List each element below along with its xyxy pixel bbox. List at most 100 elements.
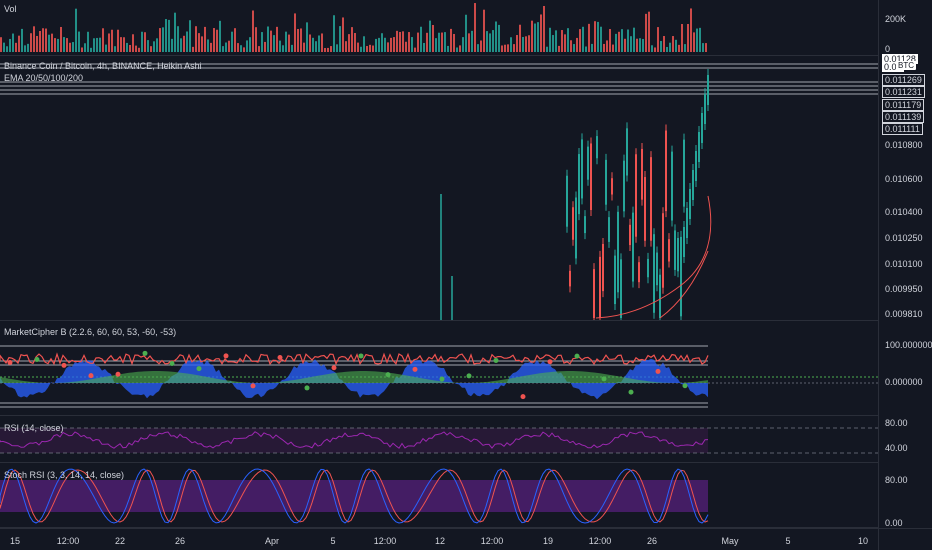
volume-bar <box>369 44 371 52</box>
volume-bar <box>615 33 617 52</box>
price-candle <box>629 224 631 246</box>
volume-bar <box>420 26 422 52</box>
volume-bar <box>348 34 350 52</box>
volume-bar <box>666 46 668 52</box>
volume-bar <box>327 47 329 52</box>
price-pane[interactable]: Binance Coin / Bitcoin, 4h, BINANCE, Hei… <box>0 56 878 321</box>
volume-axis[interactable]: 200K 0 <box>878 0 932 56</box>
mc-signal-dot <box>196 366 202 372</box>
price-axis[interactable]: 0.01128 0.01 0.011269 0.011231 0.011179 … <box>878 54 932 321</box>
volume-bar <box>555 30 557 52</box>
volume-bar <box>582 26 584 52</box>
volume-bar <box>450 28 452 52</box>
volume-bar <box>114 46 116 52</box>
volume-bar <box>648 11 650 53</box>
volume-bar <box>597 21 599 52</box>
rsi-pane[interactable]: RSI (14, close) <box>0 416 878 463</box>
volume-bar <box>81 47 83 52</box>
volume-bar <box>393 37 395 52</box>
volume-bar <box>384 37 386 52</box>
volume-bar <box>234 28 236 52</box>
volume-bar <box>594 21 596 52</box>
volume-bar <box>210 42 212 52</box>
stoch-rsi-axis[interactable]: 80.00 0.00 <box>878 463 932 528</box>
volume-bar <box>96 37 98 52</box>
volume-bar <box>528 35 530 52</box>
price-candle <box>581 139 583 199</box>
time-axis-label: 5 <box>330 536 336 546</box>
time-axis-label: 22 <box>114 536 126 546</box>
price-axis-label: 0.009950 <box>885 284 923 294</box>
volume-bar <box>102 28 104 52</box>
volume-bars <box>0 3 707 53</box>
volume-bar <box>159 28 161 52</box>
rsi-axis[interactable]: 80.00 40.00 <box>878 416 932 463</box>
price-candle <box>593 269 595 318</box>
mc-signal-dot <box>169 360 175 366</box>
volume-bar <box>261 32 263 52</box>
mc-signal-dot <box>250 383 256 389</box>
volume-bar <box>684 44 686 52</box>
volume-bar <box>153 41 155 52</box>
price-candle <box>704 94 706 124</box>
volume-bar <box>588 23 590 52</box>
price-candle <box>659 274 661 318</box>
volume-bar <box>228 40 230 52</box>
mc-signal-dot <box>655 368 661 374</box>
volume-bar <box>183 35 185 52</box>
time-axis-label: Apr <box>264 536 280 546</box>
price-candle <box>569 270 571 287</box>
time-axis[interactable]: 15 12:00 22 26 Apr 5 12:00 12 12:00 19 1… <box>0 528 878 550</box>
volume-bar <box>198 33 200 52</box>
price-axis-label: 0.011231 <box>882 86 925 98</box>
volume-bar <box>147 40 149 52</box>
volume-bar <box>540 14 542 53</box>
volume-bar <box>108 33 110 52</box>
volume-bar <box>156 38 158 52</box>
volume-bar <box>672 36 674 52</box>
price-candle <box>575 197 577 259</box>
volume-bar <box>618 31 620 52</box>
volume-bar <box>225 42 227 52</box>
market-cipher-axis[interactable]: 100.000000 0.000000 <box>878 321 932 416</box>
axis-corner <box>878 528 932 550</box>
volume-bar <box>36 35 38 52</box>
price-candle <box>611 178 613 195</box>
volume-bar <box>72 42 74 52</box>
volume-bar <box>90 47 92 52</box>
volume-bar <box>303 42 305 52</box>
volume-bar <box>699 27 701 52</box>
price-title: Binance Coin / Bitcoin, 4h, BINANCE, Hei… <box>4 61 202 71</box>
volume-pane[interactable]: Vol <box>0 0 878 56</box>
volume-bar <box>570 40 572 52</box>
volume-bar <box>390 37 392 52</box>
price-candle <box>668 239 670 262</box>
volume-bar <box>246 40 248 52</box>
stoch-rsi-axis-label: 80.00 <box>885 475 908 485</box>
mc-signal-dot <box>358 353 364 359</box>
stoch-rsi-pane[interactable]: Stoch RSI (3, 3, 14, 14, close) <box>0 463 878 528</box>
volume-bar <box>477 44 479 52</box>
price-candle <box>599 256 601 318</box>
volume-bar <box>516 35 518 52</box>
volume-bar <box>447 45 449 52</box>
mc-signal-dot <box>331 365 337 371</box>
volume-bar <box>240 45 242 52</box>
volume-bar <box>333 15 335 52</box>
volume-bar <box>561 30 563 52</box>
volume-bar <box>291 44 293 52</box>
volume-bar <box>438 32 440 52</box>
volume-bar <box>165 19 167 52</box>
volume-bar <box>336 44 338 52</box>
market-cipher-pane[interactable]: MarketCipher B (2.2.6, 60, 60, 53, -60, … <box>0 321 878 416</box>
volume-bar <box>471 30 473 52</box>
rsi-title: RSI (14, close) <box>4 423 64 433</box>
price-candle <box>614 255 616 305</box>
mc-signal-dot <box>547 359 553 365</box>
volume-bar <box>372 45 374 52</box>
price-candle <box>683 139 685 207</box>
volume-bar <box>396 30 398 52</box>
volume-bar <box>378 37 380 52</box>
price-candles <box>0 63 878 320</box>
price-candle <box>578 154 580 215</box>
